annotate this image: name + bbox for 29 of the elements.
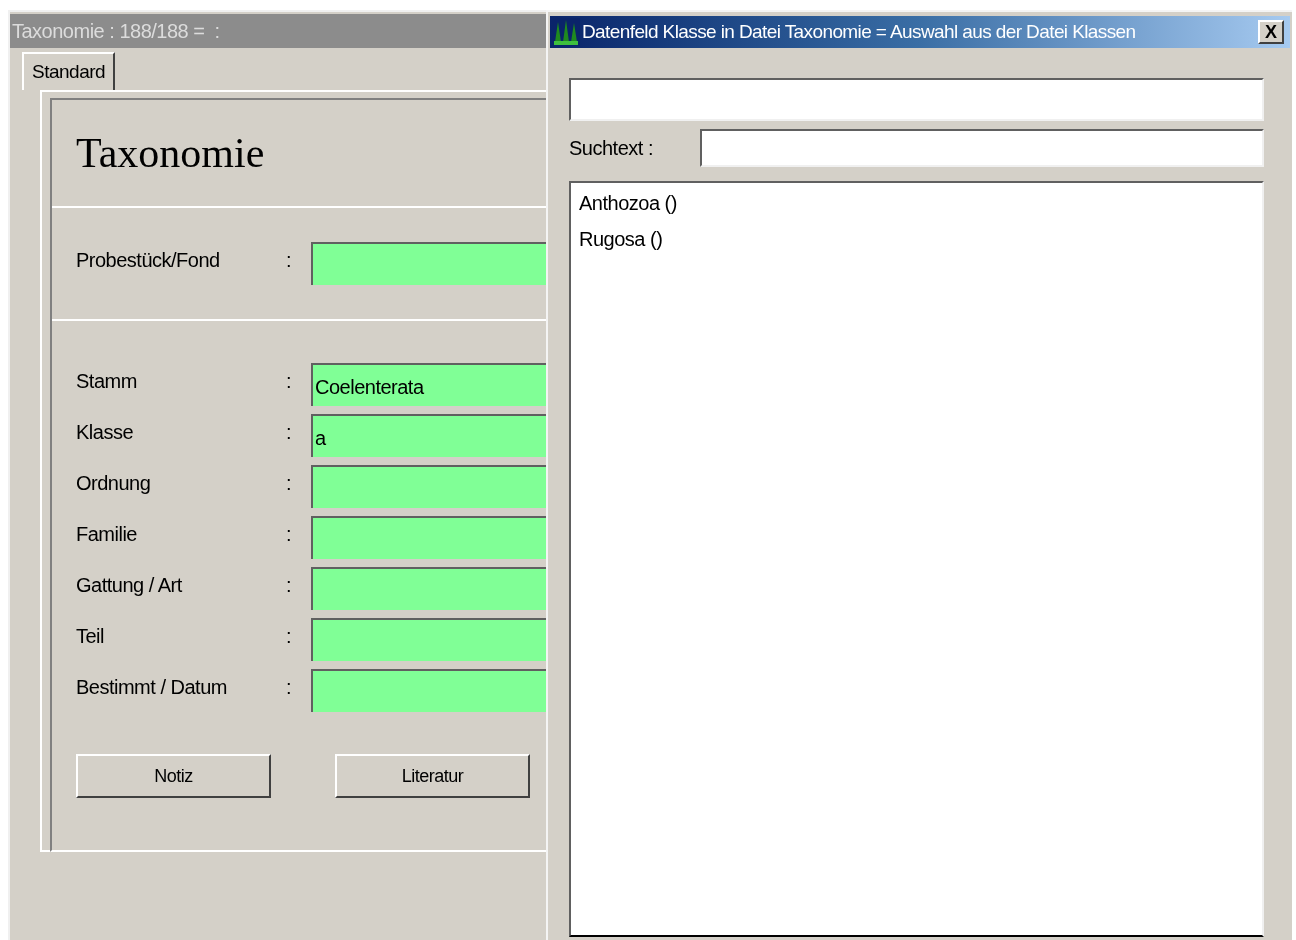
colon: : xyxy=(286,572,293,598)
list-item[interactable]: Rugosa () xyxy=(579,225,663,261)
search-field[interactable] xyxy=(700,129,1264,167)
colon: : xyxy=(286,247,293,273)
field-label: Familie xyxy=(75,521,138,547)
colon: : xyxy=(286,368,293,394)
form-button[interactable]: Literatur xyxy=(335,754,530,798)
colon: : xyxy=(286,470,293,496)
dialog-title: Datenfeld Klasse in Datei Taxonomie = Auswahl aus der Datei Klassen xyxy=(582,19,1137,44)
search-label: Suchtext : xyxy=(569,136,654,161)
colon: : xyxy=(286,623,293,649)
close-button[interactable]: X xyxy=(1258,20,1284,44)
form-title: Taxonomie xyxy=(76,128,265,178)
list-item[interactable]: Anthozoa () xyxy=(579,189,677,225)
form-button[interactable]: Notiz xyxy=(76,754,271,798)
field-label: Teil xyxy=(75,623,105,649)
colon: : xyxy=(286,674,293,700)
field-label: Gattung / Art xyxy=(75,572,183,598)
colon: : xyxy=(286,419,293,445)
field-label: Bestimmt / Datum xyxy=(75,674,228,700)
window-title: Taxonomie : 188/188 = : xyxy=(12,19,220,44)
input-field[interactable] xyxy=(569,78,1264,121)
field-label: Ordnung xyxy=(75,470,152,496)
field-label: Probestück/Fond xyxy=(75,247,221,273)
trees-icon xyxy=(552,18,580,46)
tab[interactable]: Standard xyxy=(22,52,116,90)
field-label: Stamm xyxy=(75,368,138,394)
colon: : xyxy=(286,521,293,547)
field-label: Klasse xyxy=(75,419,135,445)
